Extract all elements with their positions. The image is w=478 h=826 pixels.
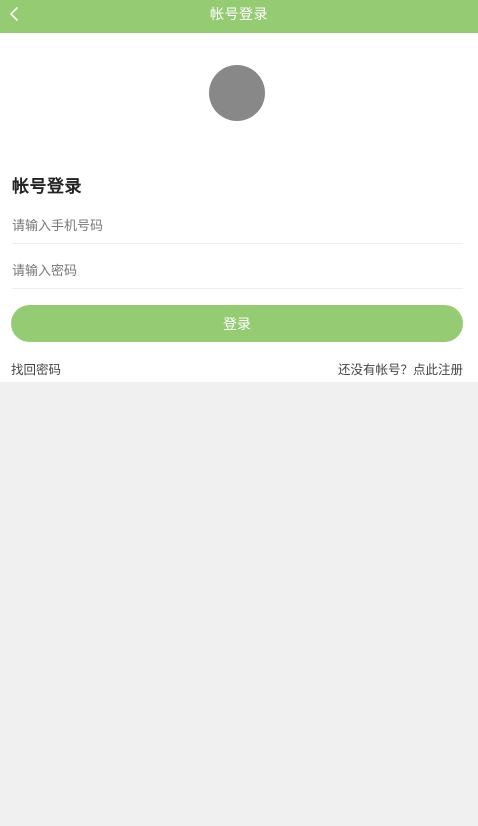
forgot-password-link[interactable]: 找回密码 [11,359,61,378]
page-title: 帐号登录 [210,7,268,23]
login-button[interactable]: 登录 [11,305,463,342]
password-input[interactable] [12,254,463,289]
avatar [209,65,265,121]
login-heading: 帐号登录 [12,177,82,197]
login-panel: 帐号登录 登录 找回密码 还没有帐号？点此注册 [0,33,478,382]
register-link[interactable]: 还没有帐号？点此注册 [338,359,463,378]
top-bar: 帐号登录 [0,0,478,33]
phone-input[interactable] [12,209,463,244]
